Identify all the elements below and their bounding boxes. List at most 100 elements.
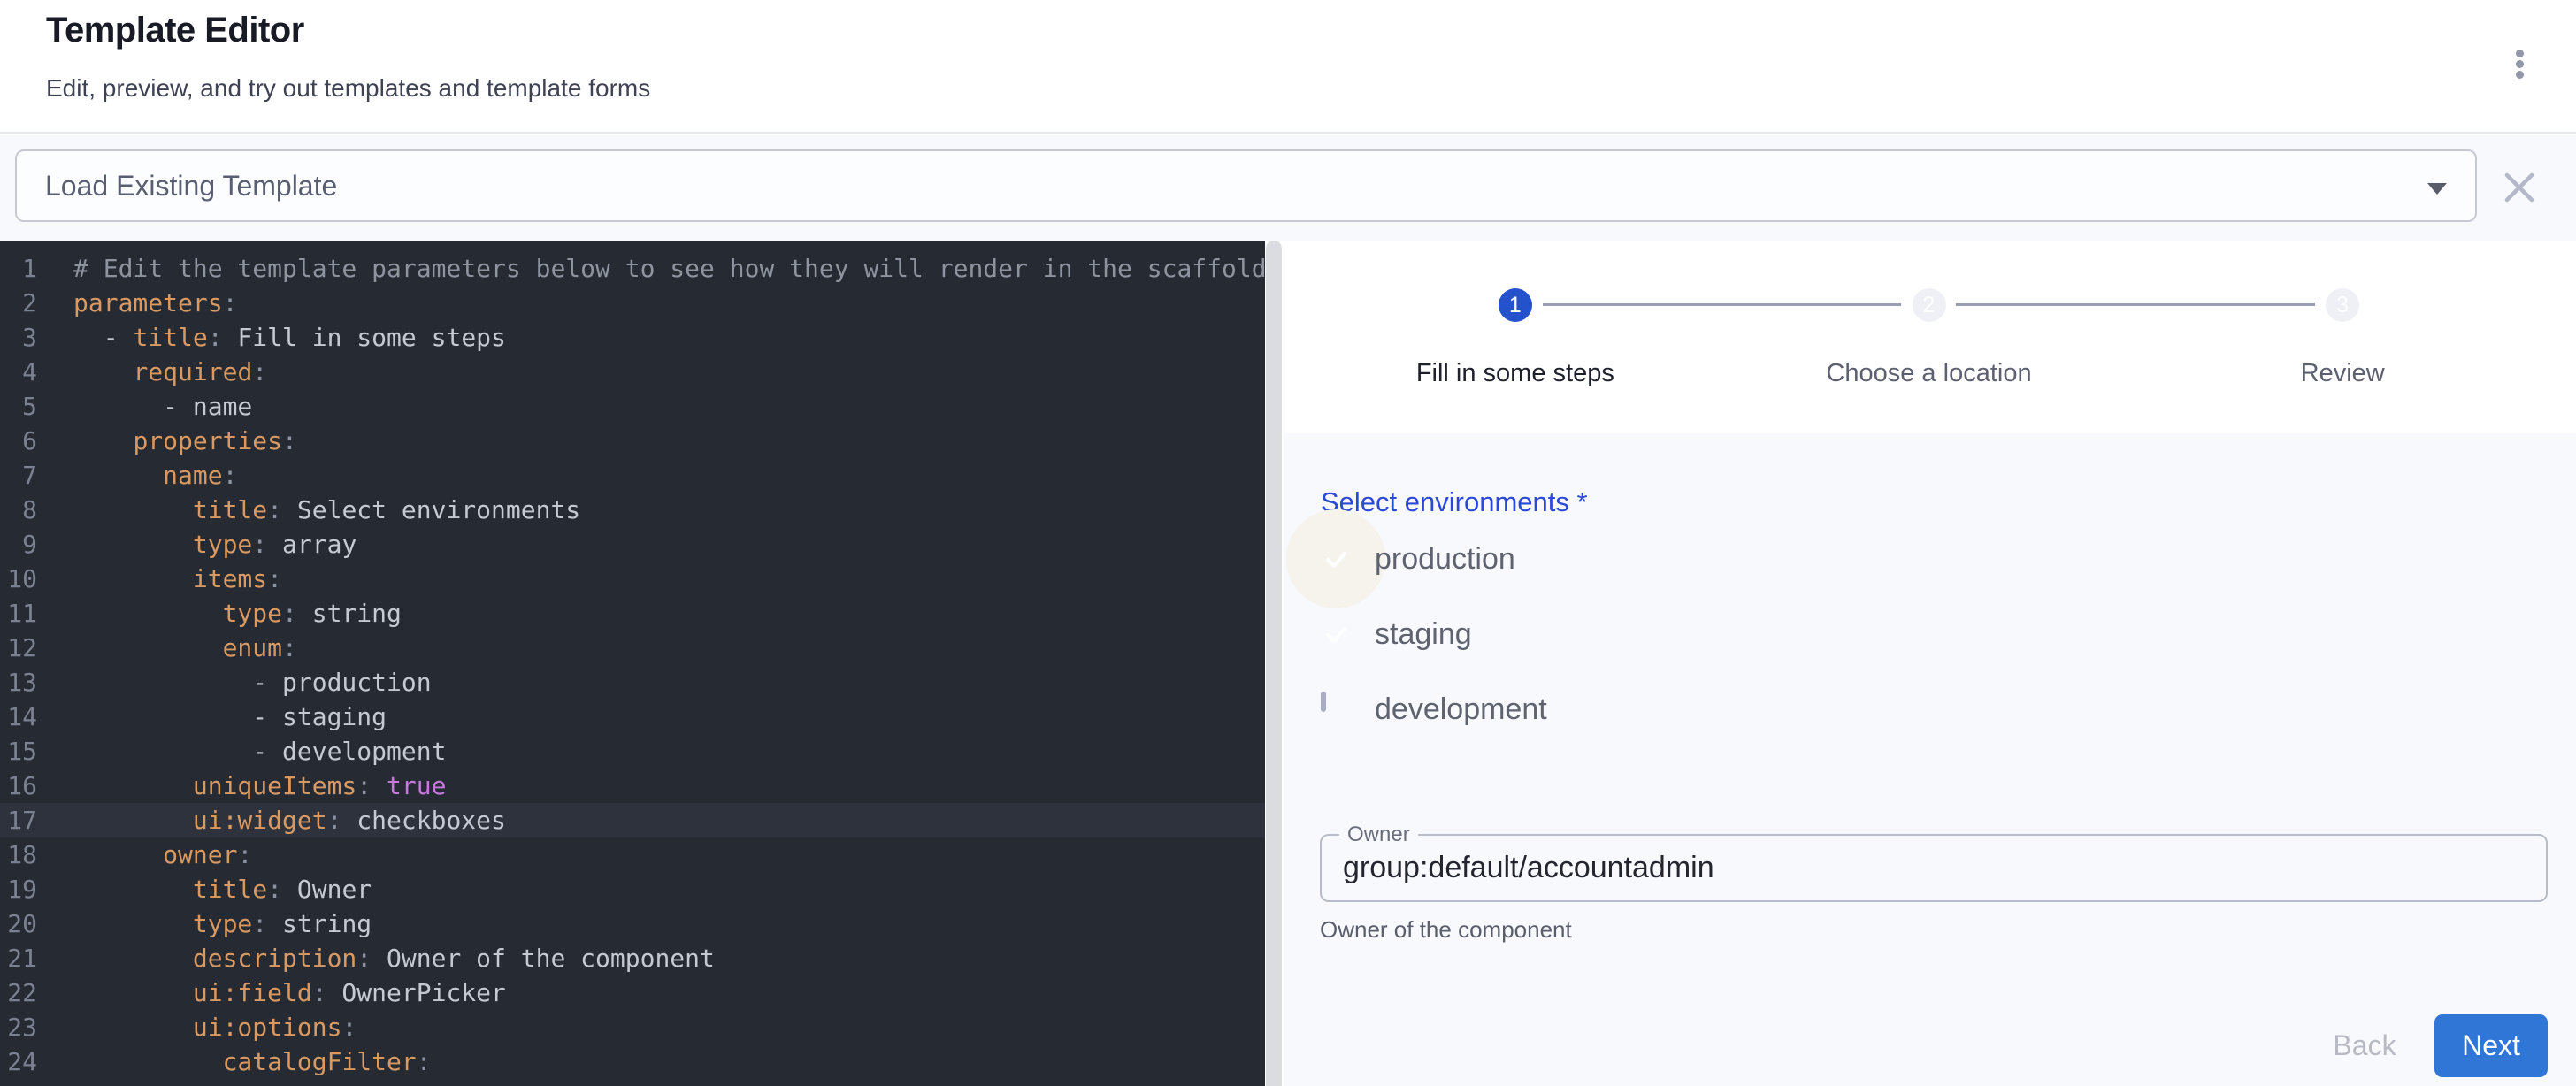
code-text: catalogFilter:: [73, 1044, 432, 1079]
line-number: 12: [0, 631, 37, 665]
code-text: properties:: [73, 424, 297, 458]
code-line[interactable]: 20 type: string: [0, 906, 1265, 941]
yaml-code-editor[interactable]: 1# Edit the template parameters below to…: [0, 241, 1265, 1086]
line-number: 16: [0, 769, 37, 803]
code-text: owner:: [73, 837, 252, 872]
line-number: 4: [0, 355, 37, 389]
stepper-step: 2 Choose a location: [1722, 241, 2136, 433]
code-line[interactable]: 2parameters:: [0, 286, 1265, 320]
code-line[interactable]: 22 ui:field: OwnerPicker: [0, 975, 1265, 1010]
code-text: description: Owner of the component: [73, 941, 715, 975]
stepper-connector: [1956, 303, 2315, 306]
line-number: 22: [0, 975, 37, 1010]
environment-option-production[interactable]: production: [1321, 538, 1547, 580]
checkbox-label[interactable]: production: [1375, 542, 1515, 577]
code-line[interactable]: 7 name:: [0, 458, 1265, 493]
line-number: 3: [0, 320, 37, 355]
code-line[interactable]: 12 enum:: [0, 631, 1265, 665]
back-button[interactable]: Back: [2307, 1017, 2422, 1074]
code-text: title: Owner: [73, 872, 372, 906]
close-icon: [2503, 172, 2535, 203]
environments-checkbox-group: production staging development: [1321, 538, 1547, 763]
panel-resize-scrollbar[interactable]: [1266, 241, 1282, 1086]
environment-option-staging[interactable]: staging: [1321, 613, 1547, 655]
line-number: 23: [0, 1010, 37, 1044]
code-line[interactable]: 21 description: Owner of the component: [0, 941, 1265, 975]
line-number: 8: [0, 493, 37, 527]
code-line[interactable]: 13 - production: [0, 665, 1265, 700]
code-text: uniqueItems: true: [73, 769, 446, 803]
code-text: items:: [73, 562, 282, 596]
line-number: 21: [0, 941, 37, 975]
load-existing-template-select[interactable]: Load Existing Template: [15, 149, 2477, 222]
line-number: 15: [0, 734, 37, 769]
owner-helper-text: Owner of the component: [1320, 916, 1572, 944]
code-line[interactable]: 3 - title: Fill in some steps: [0, 320, 1265, 355]
template-form-card: Select environments * productionstagingd…: [1284, 433, 2576, 1086]
environment-option-development[interactable]: development: [1321, 688, 1547, 730]
stepper-step: 3 Review: [2135, 241, 2549, 433]
step-circle: 2: [1913, 288, 1946, 322]
checkbox-unchecked[interactable]: [1321, 694, 1352, 725]
checkbox-checked[interactable]: [1321, 619, 1352, 650]
line-number: 20: [0, 906, 37, 941]
page-header: Template Editor Edit, preview, and try o…: [0, 0, 2576, 134]
checkbox-box: [1321, 692, 1326, 712]
code-line[interactable]: 24 catalogFilter:: [0, 1044, 1265, 1079]
code-line[interactable]: 6 properties:: [0, 424, 1265, 458]
code-line[interactable]: 15 - development: [0, 734, 1265, 769]
line-number: 13: [0, 665, 37, 700]
code-text: - title: Fill in some steps: [73, 320, 506, 355]
line-number: 7: [0, 458, 37, 493]
step-label: Fill in some steps: [1416, 359, 1614, 388]
stepper-step: 1Fill in some steps: [1308, 241, 1722, 433]
line-number: 17: [0, 803, 37, 837]
clear-template-button[interactable]: [2502, 171, 2537, 206]
code-line[interactable]: 10 items:: [0, 562, 1265, 596]
owner-field-outline: Owner: [1320, 834, 2548, 902]
line-number: 6: [0, 424, 37, 458]
checkbox-label[interactable]: development: [1375, 692, 1547, 727]
step-circle: 3: [2326, 288, 2359, 322]
line-number: 18: [0, 837, 37, 872]
code-line[interactable]: 16 uniqueItems: true: [0, 769, 1265, 803]
code-line[interactable]: 9 type: array: [0, 527, 1265, 562]
step-label: Review: [2301, 359, 2385, 388]
code-line[interactable]: 18 owner:: [0, 837, 1265, 872]
check-icon: [1323, 547, 1349, 572]
code-text: enum:: [73, 631, 297, 665]
code-line[interactable]: 5 - name: [0, 389, 1265, 424]
code-line[interactable]: 1# Edit the template parameters below to…: [0, 251, 1265, 286]
owner-input[interactable]: [1343, 836, 2528, 900]
code-text: required:: [73, 355, 267, 389]
code-line[interactable]: 23 ui:options:: [0, 1010, 1265, 1044]
code-text: ui:widget: checkboxes: [73, 803, 506, 837]
line-number: 5: [0, 389, 37, 424]
code-text: # Edit the template parameters below to …: [73, 251, 1265, 286]
stepper: 1Fill in some steps 2 Choose a location 3 Re…: [1282, 241, 2576, 433]
next-button[interactable]: Next: [2434, 1014, 2548, 1077]
code-line[interactable]: 8 title: Select environments: [0, 493, 1265, 527]
page-title: Template Editor: [46, 11, 304, 50]
code-line[interactable]: 19 title: Owner: [0, 872, 1265, 906]
code-line[interactable]: 11 type: string: [0, 596, 1265, 631]
step-label: Choose a location: [1826, 359, 2031, 388]
kebab-dot-icon: [2516, 71, 2524, 79]
code-text: title: Select environments: [73, 493, 580, 527]
code-line[interactable]: 14 - staging: [0, 700, 1265, 734]
page-subtitle: Edit, preview, and try out templates and…: [46, 74, 650, 103]
more-options-button[interactable]: [2500, 39, 2539, 88]
checkbox-checked[interactable]: [1321, 544, 1352, 575]
checkbox-label[interactable]: staging: [1375, 617, 1472, 652]
line-number: 19: [0, 872, 37, 906]
code-text: ui:options:: [73, 1010, 356, 1044]
stepper-connector: [1543, 303, 1901, 306]
code-text: - name: [73, 389, 252, 424]
line-number: 24: [0, 1044, 37, 1079]
line-number: 9: [0, 527, 37, 562]
code-text: type: string: [73, 596, 402, 631]
chevron-down-icon: [2427, 183, 2447, 195]
line-number: 2: [0, 286, 37, 320]
code-line-current[interactable]: 17 ui:widget: checkboxes: [0, 803, 1265, 837]
code-line[interactable]: 4 required:: [0, 355, 1265, 389]
